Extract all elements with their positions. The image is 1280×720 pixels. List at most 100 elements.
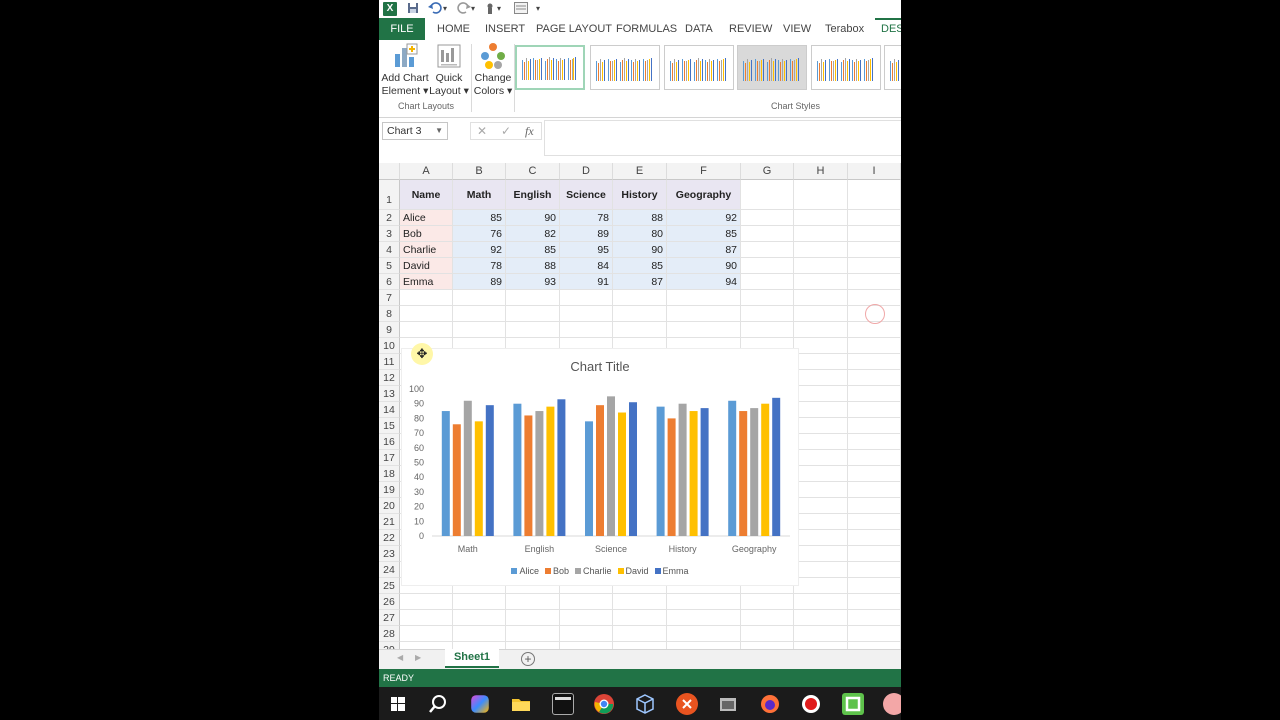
- grid-cell[interactable]: [560, 322, 613, 338]
- quick-layout-button[interactable]: Quick Layout ▾: [429, 42, 469, 98]
- column-header-b[interactable]: B: [453, 163, 506, 180]
- grid-cell[interactable]: [506, 322, 560, 338]
- row-header-19[interactable]: 19: [379, 482, 400, 498]
- row-header-24[interactable]: 24: [379, 562, 400, 578]
- grid-cell[interactable]: [794, 418, 848, 434]
- grid-cell[interactable]: [613, 322, 667, 338]
- redo-dropdown-icon[interactable]: ▾: [471, 2, 475, 16]
- score-cell[interactable]: 93: [506, 274, 560, 290]
- grid-cell[interactable]: [848, 370, 901, 386]
- score-cell[interactable]: 91: [560, 274, 613, 290]
- grid-cell[interactable]: [848, 466, 901, 482]
- grid-cell[interactable]: [400, 642, 453, 649]
- grid-cell[interactable]: [848, 226, 901, 242]
- search-icon[interactable]: [427, 693, 449, 715]
- grid-cell[interactable]: [794, 498, 848, 514]
- column-header-d[interactable]: D: [560, 163, 613, 180]
- grid-cell[interactable]: [848, 386, 901, 402]
- grid-cell[interactable]: [794, 354, 848, 370]
- grid-cell[interactable]: [848, 338, 901, 354]
- grid-cell[interactable]: [794, 322, 848, 338]
- grid-cell[interactable]: [794, 258, 848, 274]
- grid-cell[interactable]: [741, 626, 794, 642]
- score-cell[interactable]: 88: [613, 210, 667, 226]
- legend-item[interactable]: David: [617, 566, 649, 576]
- prev-sheet-icon[interactable]: ◀: [397, 653, 403, 662]
- grid-cell[interactable]: [794, 210, 848, 226]
- grid-cell[interactable]: [667, 594, 741, 610]
- grid-cell[interactable]: [400, 322, 453, 338]
- grid-cell[interactable]: [848, 482, 901, 498]
- grid-cell[interactable]: [560, 290, 613, 306]
- tab-data[interactable]: DATA: [685, 18, 713, 40]
- tab-design[interactable]: DES: [875, 18, 901, 40]
- grid-cell[interactable]: [453, 306, 506, 322]
- grid-cell[interactable]: [400, 626, 453, 642]
- grid-cell[interactable]: [794, 370, 848, 386]
- firefox-icon[interactable]: [759, 693, 781, 715]
- grid-cell[interactable]: [848, 498, 901, 514]
- grid-cell[interactable]: [741, 226, 794, 242]
- grid-cell[interactable]: [848, 530, 901, 546]
- grid-cell[interactable]: [794, 546, 848, 562]
- undo-dropdown-icon[interactable]: ▾: [443, 2, 447, 16]
- score-cell[interactable]: 76: [453, 226, 506, 242]
- grid-cell[interactable]: [794, 402, 848, 418]
- grid-cell[interactable]: [794, 290, 848, 306]
- chart-object[interactable]: Chart Title 0 10 20 30 40 50 60 70 80 90 100 Math En…: [401, 348, 799, 586]
- score-cell[interactable]: 85: [453, 210, 506, 226]
- tab-review[interactable]: REVIEW: [729, 18, 772, 40]
- row-header-2[interactable]: 2: [379, 210, 400, 226]
- form-icon[interactable]: [514, 2, 528, 16]
- grid-cell[interactable]: [400, 610, 453, 626]
- touch-dropdown-icon[interactable]: ▾: [497, 2, 501, 16]
- grid-cell[interactable]: [848, 642, 901, 649]
- row-header-18[interactable]: 18: [379, 466, 400, 482]
- score-cell[interactable]: 92: [667, 210, 741, 226]
- chart-style-1[interactable]: [515, 45, 585, 90]
- column-header-a[interactable]: A: [400, 163, 453, 180]
- row-header-26[interactable]: 26: [379, 594, 400, 610]
- student-name-cell[interactable]: Emma: [400, 274, 453, 290]
- grid-cell[interactable]: [848, 322, 901, 338]
- grid-cell[interactable]: [741, 290, 794, 306]
- grid-cell[interactable]: [848, 434, 901, 450]
- grid-cell[interactable]: [794, 434, 848, 450]
- grid-cell[interactable]: [794, 610, 848, 626]
- score-cell[interactable]: 92: [453, 242, 506, 258]
- score-cell[interactable]: 84: [560, 258, 613, 274]
- grid-cell[interactable]: [667, 626, 741, 642]
- grid-cell[interactable]: [848, 242, 901, 258]
- grid-cell[interactable]: [848, 354, 901, 370]
- app-icon[interactable]: [883, 693, 901, 715]
- grid-cell[interactable]: [453, 642, 506, 649]
- grid-cell[interactable]: [667, 610, 741, 626]
- grid-cell[interactable]: [560, 642, 613, 649]
- touch-icon[interactable]: [484, 2, 496, 16]
- table-header-cell[interactable]: Geography: [667, 180, 741, 210]
- grid-cell[interactable]: [794, 514, 848, 530]
- customize-qat-icon[interactable]: ▾: [536, 2, 540, 16]
- student-name-cell[interactable]: Charlie: [400, 242, 453, 258]
- grid-cell[interactable]: [794, 180, 848, 210]
- grid-cell[interactable]: [848, 418, 901, 434]
- name-box[interactable]: Chart 3 ▼: [382, 122, 448, 140]
- chart-legend[interactable]: Alice Bob Charlie David Emma: [402, 566, 798, 576]
- score-cell[interactable]: 78: [560, 210, 613, 226]
- grid-cell[interactable]: [400, 594, 453, 610]
- grid-cell[interactable]: [506, 594, 560, 610]
- score-cell[interactable]: 90: [613, 242, 667, 258]
- grid-cell[interactable]: [848, 626, 901, 642]
- grid-cell[interactable]: [400, 290, 453, 306]
- grid-cell[interactable]: [794, 562, 848, 578]
- grid-cell[interactable]: [848, 578, 901, 594]
- table-header-cell[interactable]: Science: [560, 180, 613, 210]
- grid-cell[interactable]: [741, 306, 794, 322]
- score-cell[interactable]: 90: [506, 210, 560, 226]
- grid-cell[interactable]: [613, 610, 667, 626]
- row-header-9[interactable]: 9: [379, 322, 400, 338]
- row-header-8[interactable]: 8: [379, 306, 400, 322]
- score-cell[interactable]: 88: [506, 258, 560, 274]
- grid-cell[interactable]: [506, 626, 560, 642]
- score-cell[interactable]: 90: [667, 258, 741, 274]
